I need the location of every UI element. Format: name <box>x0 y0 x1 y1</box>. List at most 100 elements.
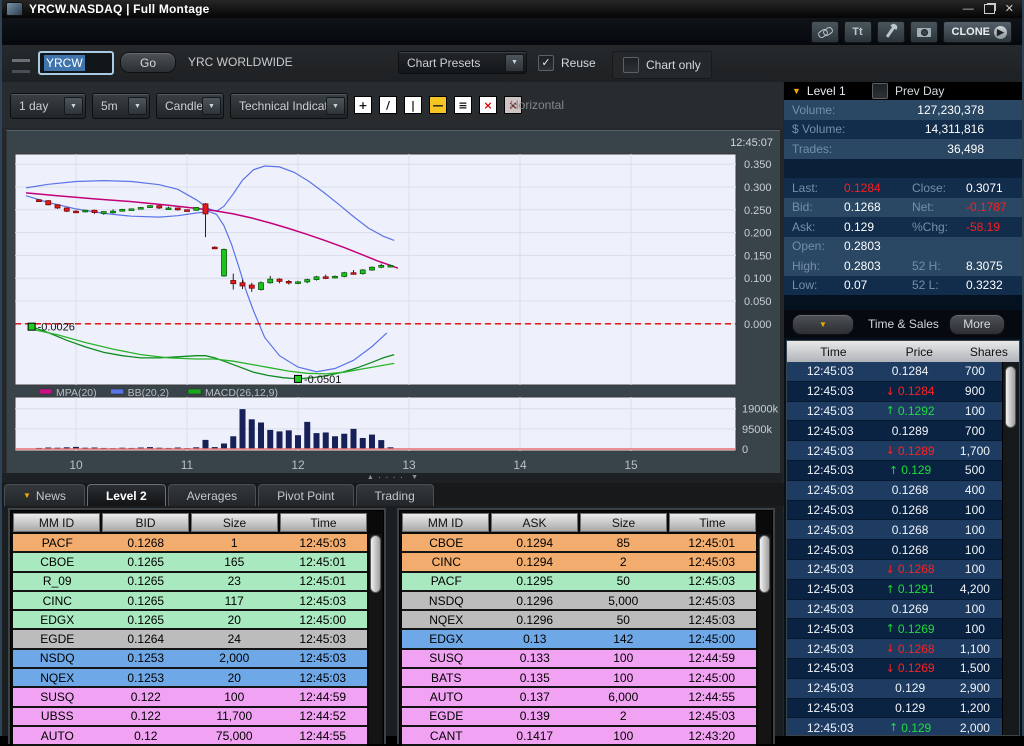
uptick-arrow-icon: ↑ <box>889 464 898 477</box>
time-sales-row: 12:45:03↑0.1292,000 <box>787 718 1003 735</box>
scrollbar-thumb[interactable] <box>370 535 381 593</box>
svg-text:0: 0 <box>742 444 748 456</box>
svg-text:0.300: 0.300 <box>744 182 772 194</box>
tab-level-2[interactable]: Level 2 <box>87 484 166 506</box>
column-header-mm-id[interactable]: MM ID <box>13 513 100 532</box>
prev-day-checkbox[interactable] <box>872 83 888 99</box>
trade-price: 0.1289 <box>898 444 935 458</box>
time-sales-table: TimePriceShares 12:45:030.1284700 12:45:0… <box>786 340 1020 736</box>
technical-indicators-dropdown[interactable]: Technical Indicators▼ <box>230 93 348 119</box>
level1-label: 52 H: <box>904 259 956 273</box>
text-style-icon[interactable]: Tt <box>844 21 872 43</box>
column-header-size[interactable]: Size <box>580 513 667 532</box>
symbol-toolbar: YRCW Go YRC WORLDWIDE Chart Presets ▼ ✓ … <box>2 45 1022 82</box>
level1-row: $ Volume:14,311,816 <box>784 120 1022 140</box>
indicator-list-icon[interactable]: ≡ <box>454 96 472 114</box>
delete-drawing-icon[interactable]: × <box>479 96 497 114</box>
column-header-shares[interactable]: Shares <box>959 341 1019 362</box>
downtick-arrow-icon: ↓ <box>886 642 895 655</box>
link-icon[interactable] <box>811 21 839 43</box>
trade-price: 0.1269 <box>898 622 935 636</box>
chart-toolbar: 1 day▼5m▼Candle▼Technical Indicators▼ + /… <box>2 82 783 128</box>
collapse-down-icon[interactable]: ▼ <box>411 474 418 482</box>
bid-table-scrollbar[interactable] <box>369 534 382 744</box>
svg-text:10: 10 <box>69 458 83 472</box>
close-icon[interactable]: ✕ <box>1005 4 1014 15</box>
level1-value: 127,230,378 <box>864 103 1022 117</box>
time-sales-row: 12:45:030.1289700 <box>787 421 1003 441</box>
column-header-time[interactable]: Time <box>787 341 880 362</box>
level1-dropdown-icon[interactable]: ▼ <box>792 86 801 96</box>
level1-row: Trades:36,498 <box>784 139 1022 159</box>
time-sales-row: 12:45:03↑0.1269100 <box>787 619 1003 639</box>
ask-table-scrollbar[interactable] <box>758 534 771 744</box>
svg-text:14: 14 <box>513 458 527 472</box>
bid-table: MM IDBIDSizeTime PACF0.1268112:45:03CBOE… <box>8 508 386 744</box>
svg-text:0.050: 0.050 <box>744 296 772 308</box>
time-sales-dropdown-button[interactable]: ▼ <box>792 314 854 335</box>
market-maker-row: AUTO0.1275,00012:44:55 <box>13 727 367 746</box>
time-sales-row: 12:45:030.1268100 <box>787 520 1003 540</box>
crosshair-tool-icon[interactable]: + <box>354 96 372 114</box>
drag-handle-icon[interactable] <box>12 59 30 73</box>
scrollbar-thumb[interactable] <box>1005 366 1016 428</box>
column-header-price[interactable]: Price <box>880 341 959 362</box>
window-title: YRCW.NASDAQ | Full Montage <box>29 2 210 16</box>
vertical-line-tool-icon[interactable]: | <box>404 96 422 114</box>
tab-news[interactable]: ▼News <box>4 484 85 506</box>
time-sales-label: Time & Sales <box>868 317 939 331</box>
market-maker-row: NQEX0.12965012:45:03 <box>402 611 756 630</box>
chart-presets-dropdown[interactable]: Chart Presets ▼ <box>398 51 527 74</box>
time-sales-row: 12:45:030.1284700 <box>787 362 1003 382</box>
trendline-tool-icon[interactable]: / <box>379 96 397 114</box>
time-sales-row: 12:45:030.1268100 <box>787 540 1003 560</box>
level1-label: Net: <box>904 200 956 214</box>
level1-value: 0.1284 <box>834 181 904 195</box>
column-header-bid[interactable]: BID <box>102 513 189 532</box>
pane-splitter[interactable]: ▲ ···· ▼ <box>2 473 783 483</box>
horizontal-line-tool-icon[interactable]: — <box>429 96 447 114</box>
trade-price: 0.1268 <box>892 483 929 497</box>
camera-icon[interactable] <box>910 21 938 43</box>
chart-canvas[interactable]: -0.0026-0.05010.3500.3000.2500.2000.1500… <box>6 130 780 474</box>
prev-day-checkbox-row: Prev Day <box>872 83 944 99</box>
reuse-checkbox[interactable]: ✓ <box>538 55 554 71</box>
time-sales-controls: ▼ Time & Sales More <box>784 310 1022 338</box>
wrench-icon[interactable] <box>877 21 905 43</box>
tab-label: Trading <box>375 489 415 503</box>
svg-text:-0.0501: -0.0501 <box>304 374 341 386</box>
tab-pivot-point[interactable]: Pivot Point <box>258 484 353 506</box>
level1-value: -58.19 <box>956 220 1022 234</box>
column-header-time[interactable]: Time <box>280 513 367 532</box>
column-header-ask[interactable]: ASK <box>491 513 578 532</box>
period-dropdown[interactable]: 1 day▼ <box>10 93 86 119</box>
dropdown-triangle-icon: ▼ <box>23 491 31 500</box>
svg-text:13: 13 <box>402 458 416 472</box>
column-header-mm-id[interactable]: MM ID <box>402 513 489 532</box>
minimize-icon[interactable]: — <box>963 4 974 15</box>
interval-dropdown[interactable]: 5m▼ <box>92 93 150 119</box>
trade-price: 0.129 <box>901 721 931 735</box>
market-maker-row: PACF0.12955012:45:03 <box>402 573 756 592</box>
chart-only-checkbox[interactable] <box>623 57 639 73</box>
level1-value: 0.129 <box>834 220 904 234</box>
time-sales-scrollbar[interactable] <box>1002 362 1019 735</box>
trade-price: 0.1289 <box>892 424 929 438</box>
chevron-down-icon: ▼ <box>128 97 147 115</box>
symbol-input[interactable]: YRCW <box>38 51 114 75</box>
chart-type-dropdown[interactable]: Candle▼ <box>156 93 224 119</box>
more-button[interactable]: More <box>949 314 1005 335</box>
scrollbar-thumb[interactable] <box>759 535 770 593</box>
market-maker-row: BATS0.13510012:45:00 <box>402 669 756 688</box>
tab-averages[interactable]: Averages <box>168 484 256 506</box>
svg-text:0.150: 0.150 <box>744 250 772 262</box>
tab-trading[interactable]: Trading <box>356 484 434 506</box>
clone-button[interactable]: CLONE ▶ <box>943 21 1013 43</box>
collapse-up-icon[interactable]: ▲ <box>367 474 374 482</box>
column-header-time[interactable]: Time <box>669 513 756 532</box>
restore-icon[interactable] <box>984 4 995 14</box>
column-header-size[interactable]: Size <box>191 513 278 532</box>
go-button[interactable]: Go <box>120 52 176 73</box>
level1-label: Last: <box>784 181 834 195</box>
level1-label: $ Volume: <box>784 122 864 136</box>
